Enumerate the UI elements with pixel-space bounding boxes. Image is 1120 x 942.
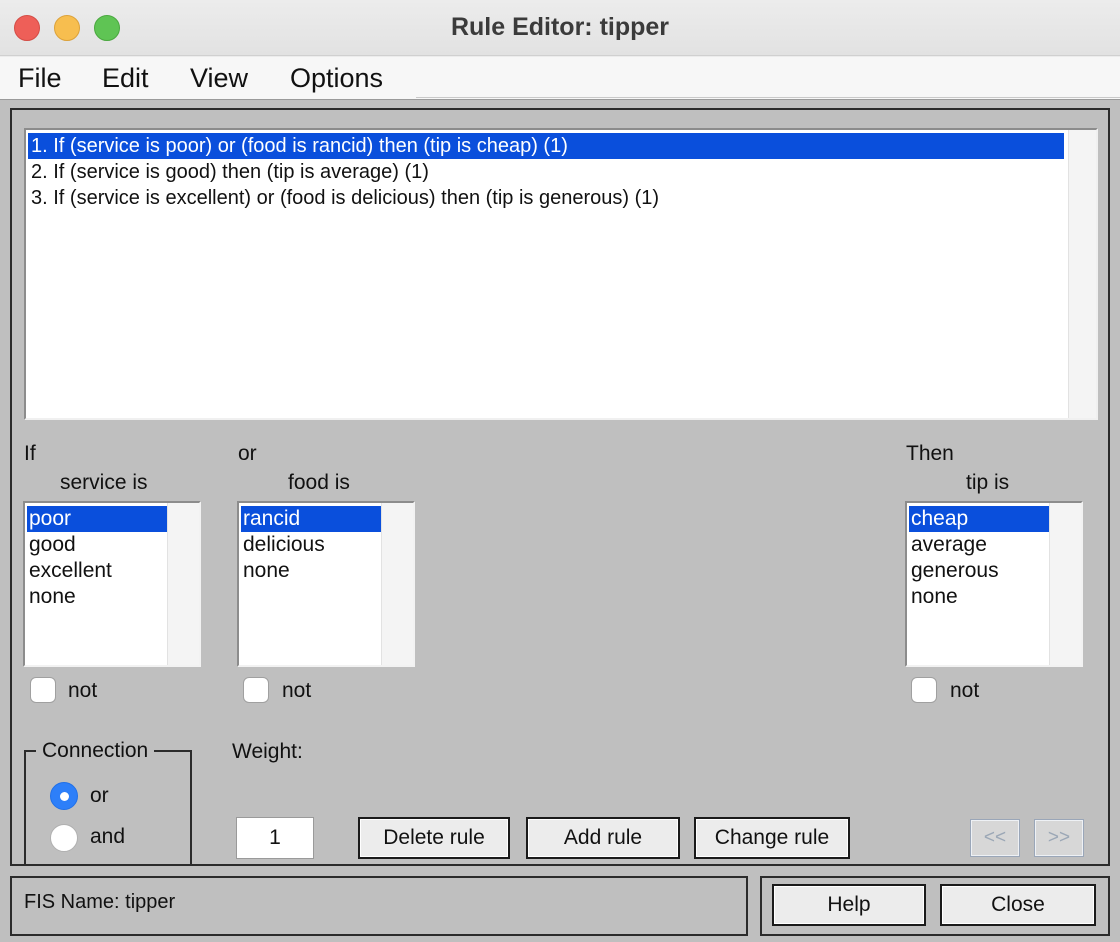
service-listbox[interactable]: poor good excellent none: [23, 501, 201, 667]
list-item[interactable]: poor: [27, 506, 167, 532]
then-label: Then: [906, 442, 954, 465]
menu-view[interactable]: View: [190, 63, 248, 94]
connection-group: Connection or and: [24, 739, 192, 866]
connection-and-label: and: [90, 825, 126, 848]
connection-title: Connection: [36, 739, 155, 763]
rule-list-item[interactable]: 3. If (service is excellent) or (food is…: [28, 185, 1064, 211]
weight-label: Weight:: [232, 740, 303, 763]
menu-divider: [416, 97, 1120, 98]
title-bar: Rule Editor: tipper: [0, 0, 1120, 56]
tip-listbox[interactable]: cheap average generous none: [905, 501, 1083, 667]
list-item[interactable]: none: [909, 584, 1049, 610]
menu-file[interactable]: File: [18, 63, 62, 94]
list-item[interactable]: average: [909, 532, 1049, 558]
close-button[interactable]: Close: [940, 884, 1096, 926]
list-item[interactable]: excellent: [27, 558, 167, 584]
menu-edit[interactable]: Edit: [102, 63, 149, 94]
rule-editing-frame: 1. If (service is poor) or (food is ranc…: [10, 108, 1110, 866]
add-rule-button[interactable]: Add rule: [526, 817, 680, 859]
connection-and-radio[interactable]: [50, 824, 78, 852]
list-item[interactable]: rancid: [241, 506, 381, 532]
delete-rule-button[interactable]: Delete rule: [358, 817, 510, 859]
food-variable-label: food is: [288, 471, 350, 494]
food-not-checkbox[interactable]: [243, 677, 269, 703]
menu-options[interactable]: Options: [290, 63, 383, 94]
rule-editor-window: Rule Editor: tipper File Edit View Optio…: [0, 0, 1120, 942]
tip-variable-label: tip is: [966, 471, 1010, 494]
next-rule-button[interactable]: >>: [1034, 819, 1084, 857]
fis-name-status: FIS Name: tipper: [24, 891, 176, 913]
list-item[interactable]: none: [27, 584, 167, 610]
list-item[interactable]: cheap: [909, 506, 1049, 532]
list-item[interactable]: delicious: [241, 532, 381, 558]
connection-or-radio[interactable]: [50, 782, 78, 810]
listbox-scrollbar[interactable]: [1049, 503, 1081, 665]
list-item[interactable]: generous: [909, 558, 1049, 584]
rule-list-item[interactable]: 1. If (service is poor) or (food is ranc…: [28, 133, 1064, 159]
connection-or-label: or: [90, 784, 109, 807]
listbox-scrollbar[interactable]: [167, 503, 199, 665]
list-item[interactable]: good: [27, 532, 167, 558]
service-not-checkbox[interactable]: [30, 677, 56, 703]
tip-not-checkbox[interactable]: [911, 677, 937, 703]
weight-input[interactable]: [236, 817, 314, 859]
food-listbox[interactable]: rancid delicious none: [237, 501, 415, 667]
service-not-label: not: [68, 679, 98, 702]
service-variable-label: service is: [60, 471, 148, 494]
status-frame: FIS Name: tipper: [10, 876, 748, 936]
or-label: or: [238, 442, 257, 465]
help-button[interactable]: Help: [772, 884, 926, 926]
list-item[interactable]: none: [241, 558, 381, 584]
change-rule-button[interactable]: Change rule: [694, 817, 850, 859]
window-title: Rule Editor: tipper: [450, 13, 670, 41]
food-not-label: not: [282, 679, 312, 702]
prev-rule-button[interactable]: <<: [970, 819, 1020, 857]
rule-list-item[interactable]: 2. If (service is good) then (tip is ave…: [28, 159, 1064, 185]
editor-panel: 1. If (service is poor) or (food is ranc…: [0, 99, 1120, 942]
tip-not-label: not: [950, 679, 980, 702]
menu-bar: File Edit View Options: [0, 57, 1120, 99]
rule-list[interactable]: 1. If (service is poor) or (food is ranc…: [24, 128, 1098, 420]
dialog-buttons-frame: Help Close: [760, 876, 1110, 936]
if-label: If: [24, 442, 36, 465]
rule-list-scrollbar[interactable]: [1068, 130, 1096, 418]
listbox-scrollbar[interactable]: [381, 503, 413, 665]
